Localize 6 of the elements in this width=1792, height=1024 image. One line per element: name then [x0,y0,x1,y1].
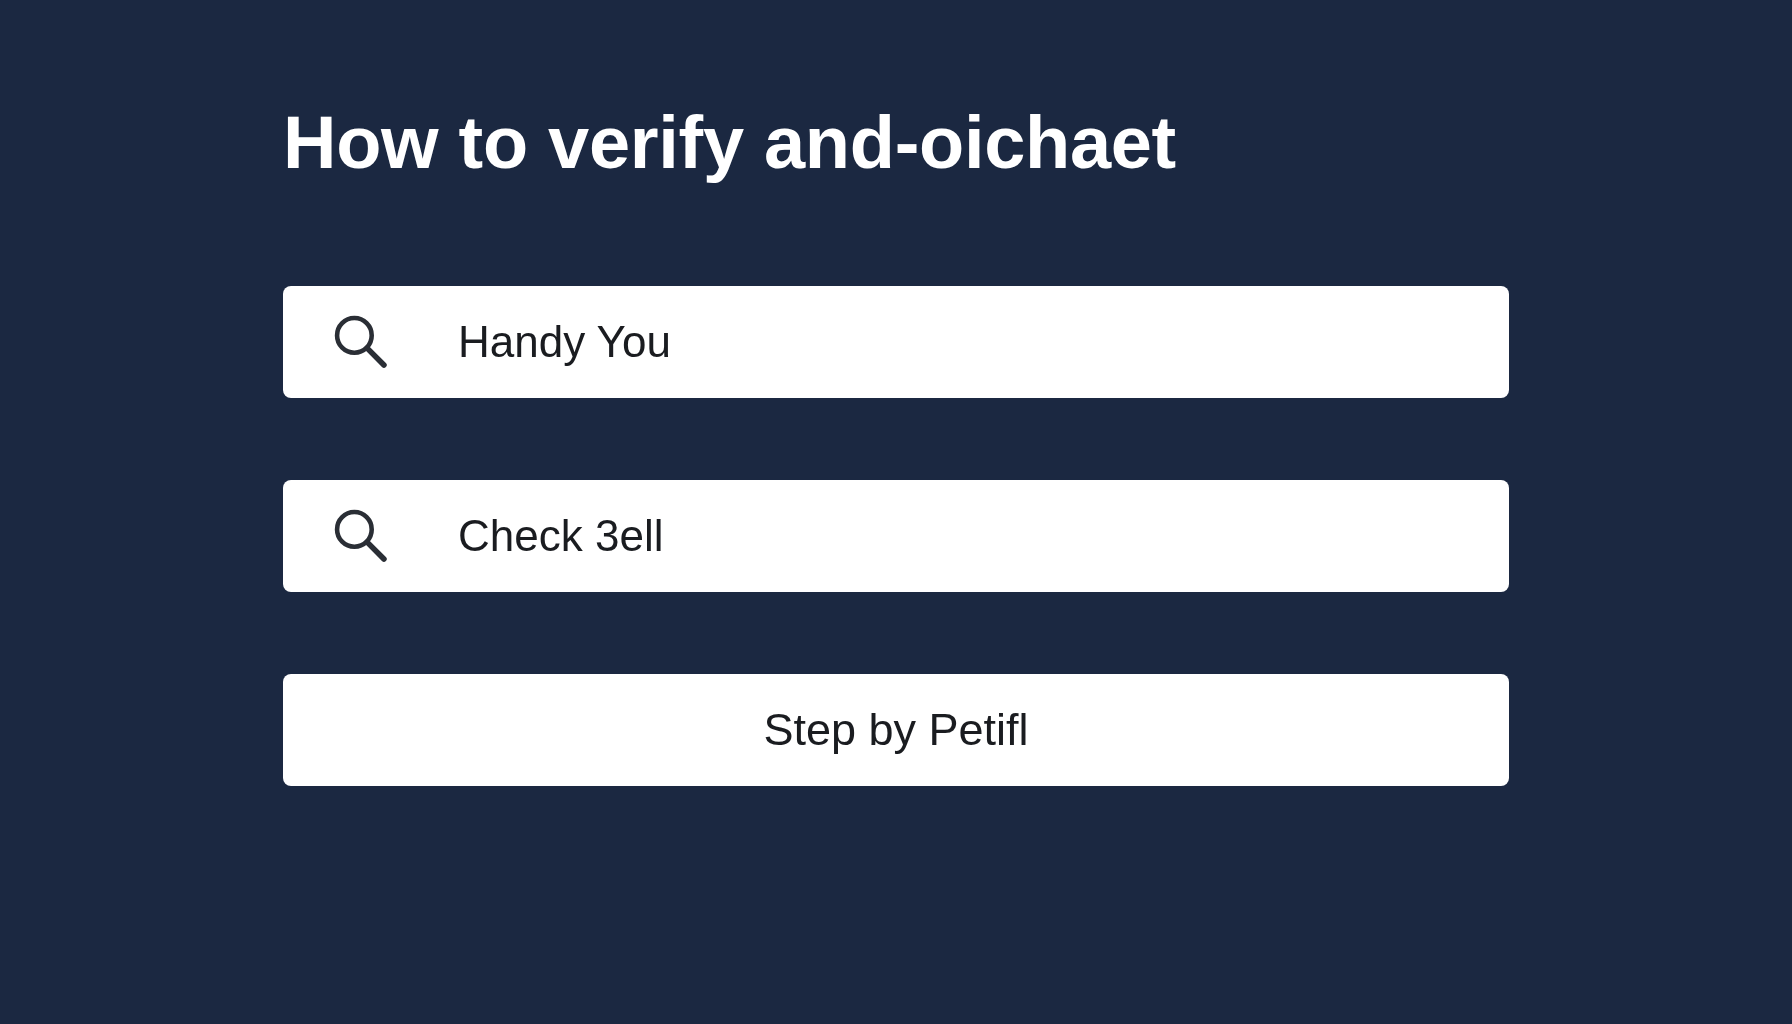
step-button[interactable]: Step by Petifl [283,673,1509,786]
page-title: How to verify and-oichaet [283,100,1176,186]
search-field[interactable]: Check 3ell [283,479,1509,592]
search-icon [333,508,388,564]
search-field[interactable]: Handy You [283,285,1509,398]
search-icon [333,314,388,370]
